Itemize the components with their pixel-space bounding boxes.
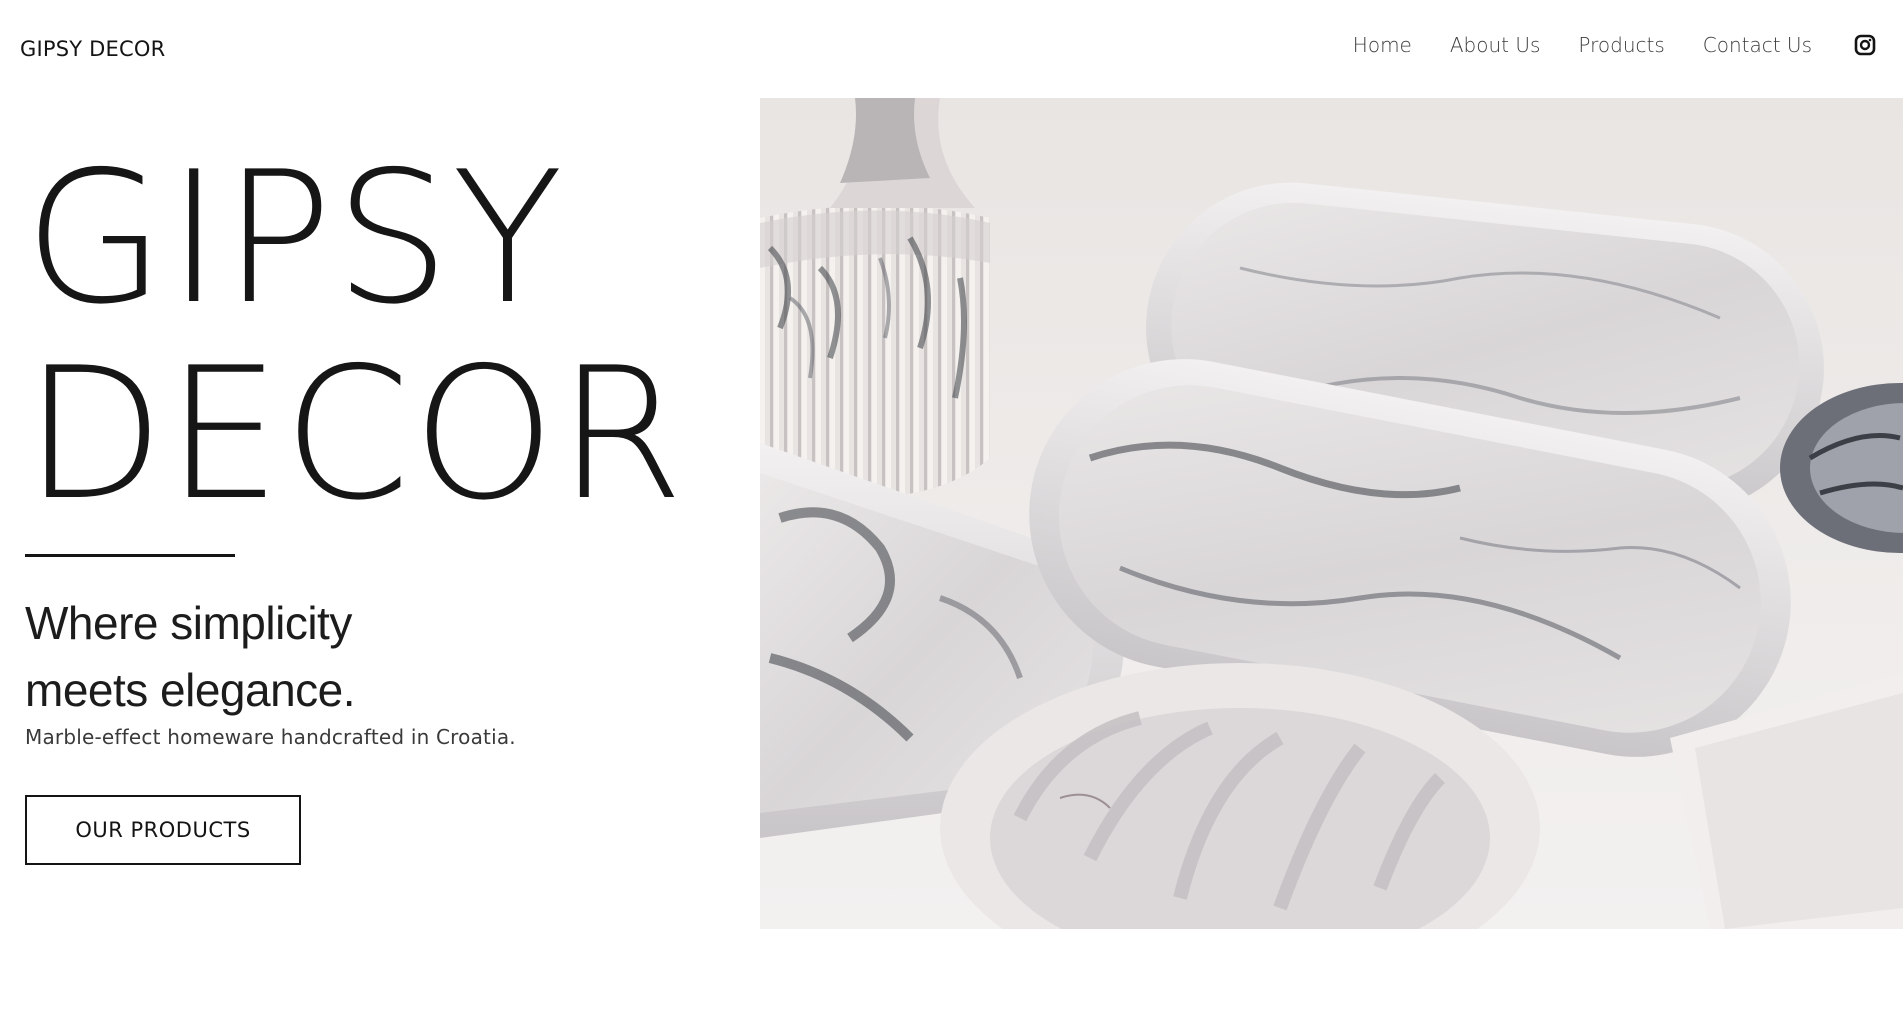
hero-tagline: Where simplicity meets elegance. xyxy=(25,597,356,716)
our-products-button[interactable]: OUR PRODUCTS xyxy=(25,795,301,865)
nav-home[interactable]: Home xyxy=(1353,31,1412,59)
hero-title: GIPSY DECOR xyxy=(24,132,686,540)
nav-products[interactable]: Products xyxy=(1578,31,1664,59)
hero-image xyxy=(760,98,1903,929)
site-header: GIPSY DECOR Home About Us Products Conta… xyxy=(0,0,1903,98)
site-logo[interactable]: GIPSY DECOR xyxy=(20,36,165,62)
hero-subtext: Marble-effect homeware handcrafted in Cr… xyxy=(25,725,516,749)
main-nav: Home About Us Products Contact Us xyxy=(1353,30,1903,60)
nav-about-us[interactable]: About Us xyxy=(1450,31,1541,59)
hero-divider xyxy=(25,554,235,557)
nav-contact-us[interactable]: Contact Us xyxy=(1703,31,1812,59)
instagram-icon[interactable] xyxy=(1854,34,1876,56)
